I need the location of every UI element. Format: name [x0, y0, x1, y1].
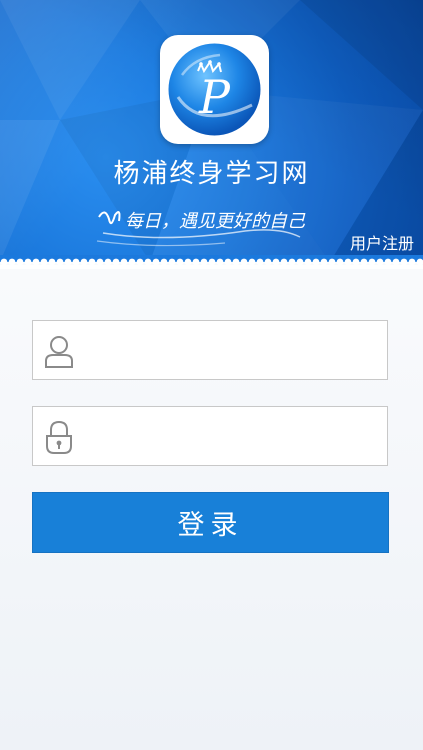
logo-emblem-icon: P: [168, 43, 261, 136]
header-banner: P 杨浦终身学习网 每日，遇见更好的自己 用户注册: [0, 0, 423, 262]
banner-scalloped-edge: [0, 255, 423, 269]
register-link[interactable]: 用户注册: [350, 230, 414, 254]
site-title: 杨浦终身学习网: [113, 159, 310, 189]
login-button[interactable]: 登录: [32, 492, 389, 553]
username-field[interactable]: [32, 320, 388, 381]
svg-text:每日，遇见更好的自己: 每日，遇见更好的自己: [125, 211, 306, 232]
slogan-signature: 每日，遇见更好的自己: [96, 211, 306, 247]
password-field[interactable]: [32, 406, 388, 467]
lock-icon: [46, 420, 72, 454]
user-icon: [45, 336, 73, 368]
svg-text:P: P: [198, 70, 231, 124]
username-input[interactable]: [89, 321, 383, 381]
password-input[interactable]: [89, 407, 383, 467]
app-logo: P: [160, 35, 269, 144]
